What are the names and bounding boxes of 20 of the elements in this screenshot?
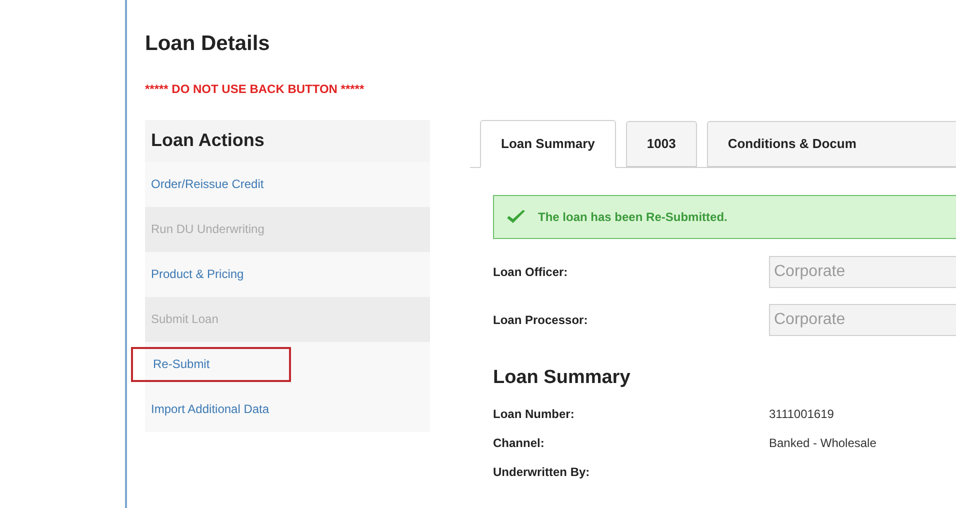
tab[interactable]: Conditions & Docum xyxy=(706,120,956,166)
warning-text: ***** DO NOT USE BACK BUTTON ***** xyxy=(145,80,364,98)
field-label: Loan Processor: xyxy=(493,312,589,328)
field-label: Loan Number: xyxy=(493,406,576,423)
sidebar-link[interactable]: Import Additional Data xyxy=(131,392,270,426)
section-heading: Loan Summary xyxy=(493,366,630,390)
field-label: Channel: xyxy=(493,435,546,452)
field-value: 3111001619 xyxy=(769,406,834,423)
field-label: Loan Officer: xyxy=(493,264,569,280)
sidebar-title: Loan Actions xyxy=(151,129,264,152)
field-value: Banked - Wholesale xyxy=(769,435,876,452)
sidebar-link[interactable]: Re-Submit xyxy=(131,346,291,382)
sidebar-link[interactable]: Order/Reissue Credit xyxy=(131,166,264,202)
page-title: Loan Details xyxy=(145,31,270,57)
alert-text: The loan has been Re-Submitted. xyxy=(538,208,728,226)
tab[interactable]: Loan Summary xyxy=(480,120,616,168)
tab[interactable]: 1003 xyxy=(626,120,697,166)
sidebar-link[interactable]: Product & Pricing xyxy=(131,256,244,292)
field-label: Underwritten By: xyxy=(493,464,591,481)
check-icon xyxy=(506,208,526,224)
